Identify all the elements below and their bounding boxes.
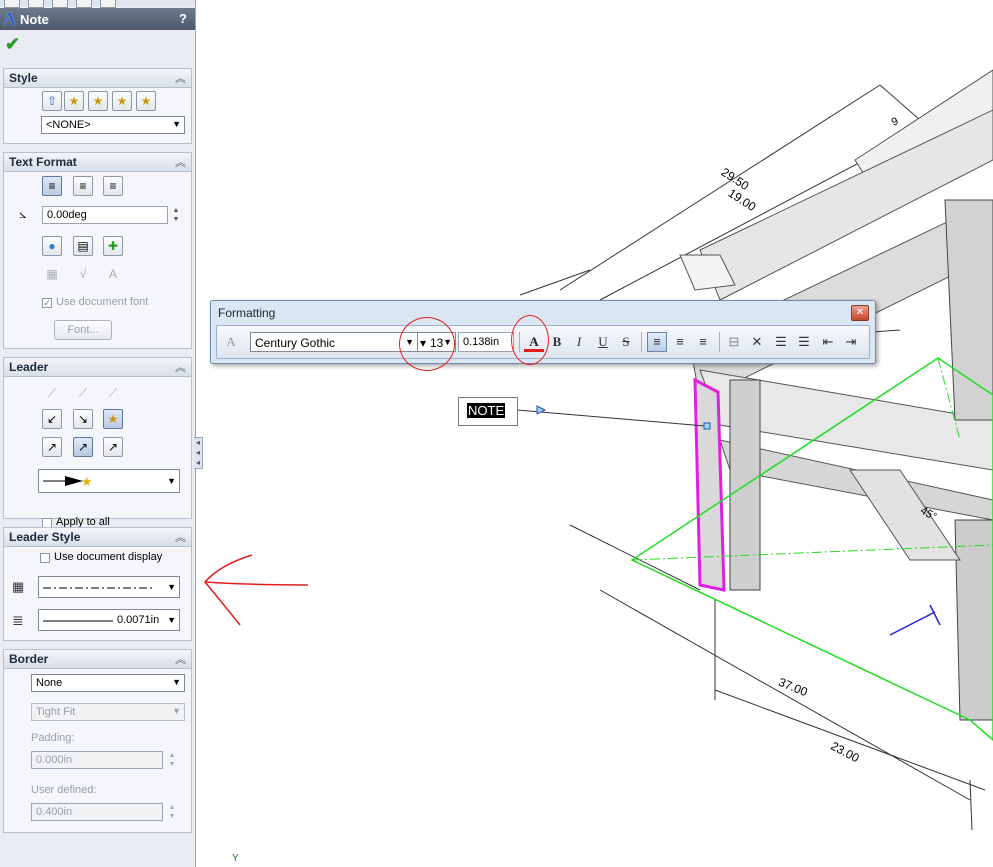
align-left-icon[interactable]: ≡: [647, 332, 667, 352]
leader-arrow-handle[interactable]: [536, 405, 547, 415]
align-right-icon[interactable]: ≡: [693, 332, 713, 352]
note-annotation[interactable]: NOTE: [458, 397, 518, 426]
font-height-value: 0.138in: [463, 336, 500, 348]
close-icon[interactable]: ✕: [851, 305, 869, 321]
font-name-dropdown[interactable]: Century Gothic ▼: [250, 332, 418, 352]
underline-button[interactable]: U: [593, 332, 613, 352]
red-circle-font-color: [511, 315, 549, 365]
numbering-icon[interactable]: ☰: [794, 332, 814, 352]
note-text[interactable]: NOTE: [467, 403, 506, 418]
note-leader-line: [516, 409, 706, 427]
bullets-icon[interactable]: ☰: [771, 332, 791, 352]
bold-button[interactable]: B: [547, 332, 567, 352]
italic-button[interactable]: I: [569, 332, 589, 352]
separator: [719, 332, 720, 352]
text-style-icon: A: [226, 334, 236, 349]
separator: [641, 332, 642, 352]
stack-fraction-icon[interactable]: ⊟: [724, 332, 744, 352]
strikethrough-button[interactable]: S: [616, 332, 636, 352]
align-center-icon[interactable]: ≡: [670, 332, 690, 352]
formatting-title: Formatting: [218, 306, 276, 320]
table-frame-model[interactable]: [630, 69, 993, 741]
y-axis-label: Y: [232, 853, 239, 864]
decrease-indent-icon[interactable]: ⇤: [818, 332, 838, 352]
formatting-toolbar[interactable]: Formatting ✕ A Century Gothic ▼ ▾ 13 ▼ 0…: [210, 300, 876, 371]
increase-indent-icon[interactable]: ⇥: [841, 332, 861, 352]
font-name-value: Century Gothic: [255, 336, 336, 350]
graphics-area[interactable]: [0, 0, 993, 867]
stack-tolerance-icon[interactable]: ✕: [747, 332, 767, 352]
red-arrow-annotation: [204, 554, 309, 626]
red-circle-font-size: [399, 317, 455, 371]
font-height-input[interactable]: 0.138in: [458, 332, 514, 352]
leader-handle[interactable]: [703, 422, 711, 430]
